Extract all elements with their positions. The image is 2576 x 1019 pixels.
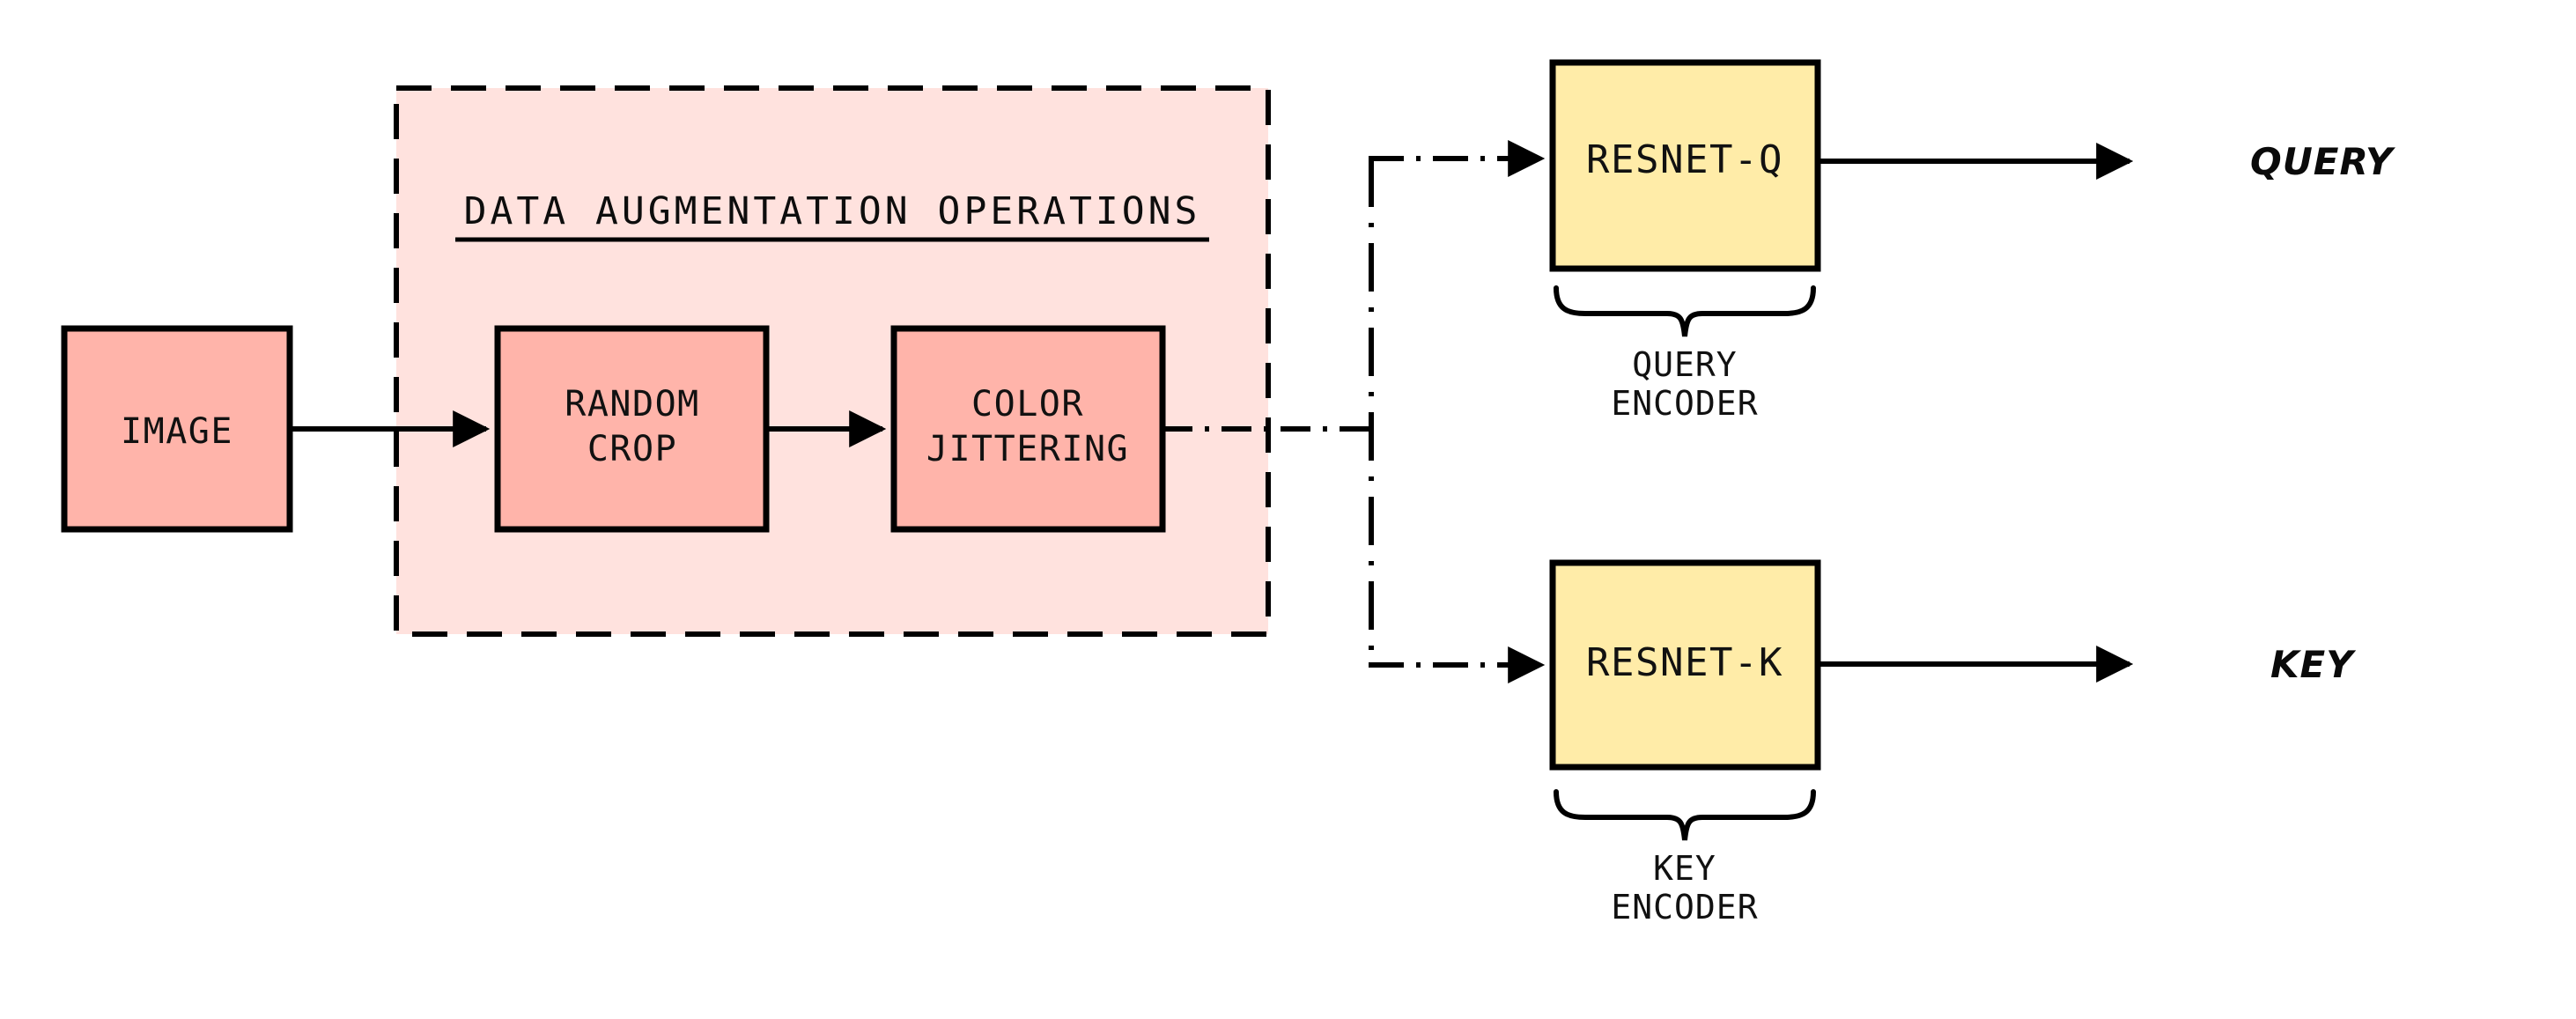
image-node[interactable]: IMAGE [61, 325, 293, 533]
query-encoder-label-line1: QUERY [1632, 345, 1737, 384]
color-jittering-node[interactable]: COLOR JITTERING [890, 325, 1166, 533]
key-encoder-label-line1: KEY [1653, 849, 1716, 888]
query-encoder-label-line2: ENCODER [1611, 384, 1758, 423]
key-encoder-label-line2: ENCODER [1611, 888, 1758, 927]
diagram-canvas: DATA AUGMENTATION OPERATIONS IMAGE RANDO… [0, 0, 2576, 1019]
color-jittering-label-line1: COLOR [971, 384, 1084, 425]
query-output-label: QUERY [2250, 140, 2395, 183]
resnet-q-node[interactable]: RESNET-Q [1549, 59, 1821, 272]
key-encoder-brace [1554, 789, 1816, 841]
resnet-k-node[interactable]: RESNET-K [1549, 559, 1821, 771]
random-crop-label-line2: CROP [587, 429, 677, 469]
resnet-q-node-label: RESNET-Q [1586, 137, 1783, 182]
key-encoder-brace-path [1554, 789, 1816, 841]
random-crop-node[interactable]: RANDOM CROP [494, 325, 770, 533]
query-encoder-brace [1554, 285, 1816, 337]
augmentation-group-title: DATA AUGMENTATION OPERATIONS [464, 189, 1201, 233]
resnet-k-node-label: RESNET-K [1586, 640, 1783, 685]
diagram-svg: DATA AUGMENTATION OPERATIONS IMAGE RANDO… [61, 59, 2395, 927]
color-jittering-label-line2: JITTERING [926, 429, 1129, 469]
query-encoder-brace-path [1554, 285, 1816, 337]
image-node-label: IMAGE [121, 411, 233, 452]
random-crop-label-line1: RANDOM [565, 384, 700, 425]
key-output-label: KEY [2270, 643, 2356, 686]
